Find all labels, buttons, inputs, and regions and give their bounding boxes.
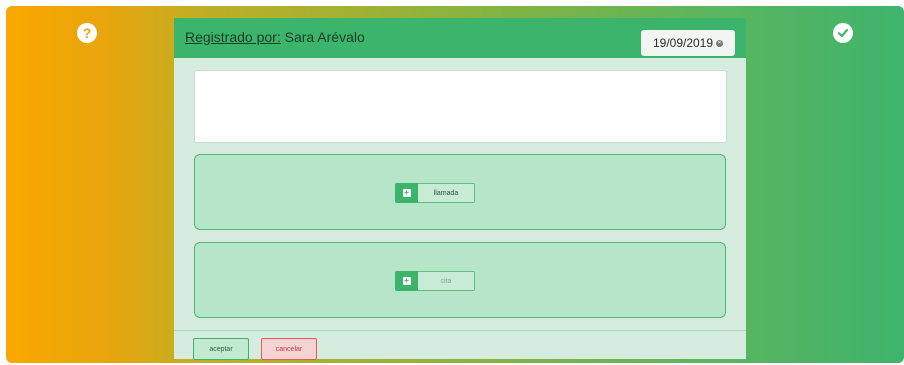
add-llamada-button[interactable]: + llamada — [395, 183, 475, 203]
clear-date-icon[interactable]: ✕ — [716, 39, 724, 47]
registered-by: Registrado por: Sara Arévalo — [185, 29, 365, 45]
plus-icon: + — [395, 183, 418, 203]
cita-section: + cita — [194, 242, 726, 318]
plus-icon: + — [395, 271, 418, 291]
record-panel: Registrado por: Sara Arévalo 19/09/2019 … — [174, 18, 746, 360]
panel-header: Registrado por: Sara Arévalo 19/09/2019 … — [174, 18, 746, 58]
add-cita-button[interactable]: + cita — [395, 271, 475, 291]
date-value: 19/09/2019 — [652, 36, 714, 50]
add-llamada-label: llamada — [418, 183, 475, 203]
accept-button[interactable]: aceptar — [193, 338, 249, 360]
modal-backdrop: ? Registrado por: Sara Arévalo 19/09/201… — [6, 6, 904, 363]
confirm-check-icon[interactable] — [833, 23, 853, 43]
note-textarea[interactable] — [194, 70, 727, 143]
registered-by-name: Sara Arévalo — [280, 29, 365, 45]
cancel-button[interactable]: cancelar — [261, 338, 317, 360]
help-icon[interactable]: ? — [77, 23, 97, 43]
registered-by-label: Registrado por: — [185, 29, 281, 45]
footer-divider — [174, 330, 746, 331]
date-picker[interactable]: 19/09/2019 ✕ — [641, 30, 735, 56]
add-cita-label: cita — [418, 271, 475, 291]
llamada-section: + llamada — [194, 154, 726, 230]
